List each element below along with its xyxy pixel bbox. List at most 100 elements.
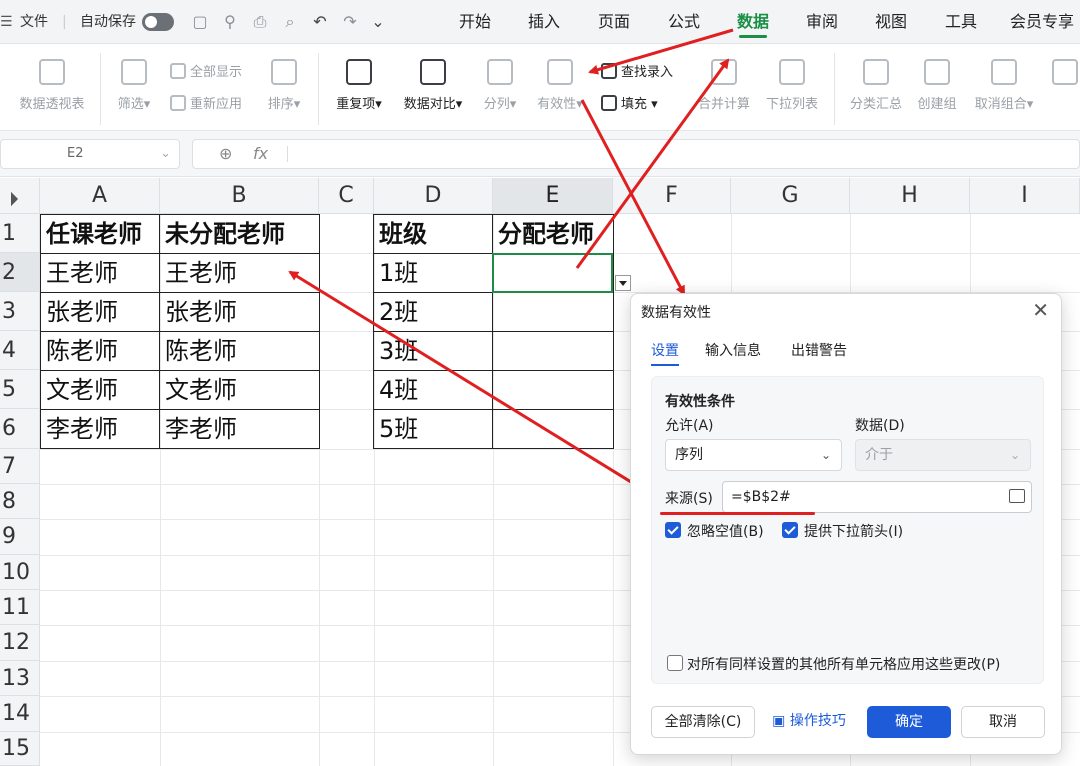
- row-header-12[interactable]: 12: [0, 625, 40, 661]
- cell-d2[interactable]: 1班: [374, 254, 418, 292]
- col-header-e[interactable]: E: [493, 178, 613, 214]
- col-header-g[interactable]: G: [731, 178, 850, 214]
- range-picker-icon[interactable]: [1009, 489, 1025, 503]
- more-tools-button[interactable]: [1050, 59, 1080, 93]
- allow-select[interactable]: 序列 ⌄: [665, 439, 842, 471]
- undo-icon[interactable]: ↶: [310, 12, 330, 32]
- sort-button[interactable]: 排序▾: [262, 59, 306, 112]
- fill-button[interactable]: 填充 ▾: [601, 93, 658, 112]
- filter-button[interactable]: 筛选▾: [112, 59, 156, 112]
- consolidate-button[interactable]: 合并计算: [694, 59, 754, 112]
- row-header-5[interactable]: 5: [0, 370, 40, 409]
- ok-button[interactable]: 确定: [867, 706, 951, 738]
- row-header-8[interactable]: 8: [0, 484, 40, 519]
- reapply-button[interactable]: 重新应用: [170, 93, 242, 112]
- data-compare-button[interactable]: 数据对比▾: [398, 59, 468, 112]
- tab-error-alert[interactable]: 出错警告: [791, 340, 847, 360]
- col-header-h[interactable]: H: [850, 178, 970, 214]
- col-header-c[interactable]: C: [319, 178, 374, 214]
- cancel-button[interactable]: 取消: [961, 706, 1045, 738]
- row-header-2[interactable]: 2: [0, 253, 40, 292]
- tab-review[interactable]: 审阅: [806, 0, 838, 44]
- show-all-button[interactable]: 全部显示: [170, 61, 242, 80]
- fx-icon[interactable]: fx: [253, 144, 268, 163]
- tab-home[interactable]: 开始: [459, 0, 491, 44]
- row-header-3[interactable]: 3: [0, 292, 40, 331]
- pivot-table-button[interactable]: 数据透视表: [16, 59, 88, 112]
- menu-icon[interactable]: ☰: [0, 0, 13, 44]
- dropdown-list-button[interactable]: 下拉列表: [762, 59, 822, 112]
- tab-page[interactable]: 页面: [598, 0, 630, 44]
- row-header-10[interactable]: 10: [0, 555, 40, 590]
- row-header-9[interactable]: 9: [0, 519, 40, 555]
- col-header-f[interactable]: F: [613, 178, 731, 214]
- cell-b1[interactable]: 未分配老师: [160, 215, 285, 253]
- tab-formula[interactable]: 公式: [668, 0, 700, 44]
- select-all-corner[interactable]: [0, 178, 40, 214]
- cell-d3[interactable]: 2班: [374, 293, 418, 331]
- clear-all-button[interactable]: 全部清除(C): [651, 706, 755, 738]
- cell-b4[interactable]: 陈老师: [160, 332, 237, 370]
- save-icon[interactable]: ▢: [190, 12, 210, 32]
- cell-a3[interactable]: 张老师: [41, 293, 118, 331]
- tab-settings[interactable]: 设置: [651, 340, 679, 366]
- cell-b3[interactable]: 张老师: [160, 293, 237, 331]
- lookup-entry-button[interactable]: 查找录入: [601, 61, 673, 80]
- cell-e1[interactable]: 分配老师: [493, 215, 594, 253]
- print-icon[interactable]: ⎙: [250, 12, 270, 32]
- col-header-i[interactable]: I: [970, 178, 1080, 214]
- cell-d6[interactable]: 5班: [374, 410, 418, 448]
- dropdown-arrow-checkbox[interactable]: [782, 522, 798, 538]
- tab-member[interactable]: 会员专享: [1010, 0, 1074, 44]
- col-header-b[interactable]: B: [160, 178, 319, 214]
- zoom-icon[interactable]: ⊕: [219, 144, 232, 163]
- autosave-toggle[interactable]: [142, 13, 174, 31]
- share-icon[interactable]: ⚲: [220, 12, 240, 32]
- cell-a6[interactable]: 李老师: [41, 410, 118, 448]
- tab-tools[interactable]: 工具: [945, 0, 977, 44]
- tab-input-message[interactable]: 输入信息: [705, 340, 761, 360]
- close-icon[interactable]: ✕: [1032, 298, 1049, 322]
- chevron-down-icon[interactable]: ⌄: [160, 140, 171, 168]
- row-header-7[interactable]: 7: [0, 449, 40, 484]
- cell-a4[interactable]: 陈老师: [41, 332, 118, 370]
- cell-d4[interactable]: 3班: [374, 332, 418, 370]
- cell-a5[interactable]: 文老师: [41, 371, 118, 409]
- row-header-15[interactable]: 15: [0, 732, 40, 766]
- row-header-1[interactable]: 1: [0, 214, 40, 253]
- ungroup-button[interactable]: 取消组合▾: [970, 59, 1038, 112]
- file-menu[interactable]: 文件: [20, 0, 48, 44]
- formula-input[interactable]: ⊕ fx: [192, 139, 1080, 169]
- cell-a2[interactable]: 王老师: [41, 254, 118, 292]
- validity-button[interactable]: 有效性▾: [532, 59, 588, 112]
- row-header-4[interactable]: 4: [0, 331, 40, 370]
- cell-a1[interactable]: 任课老师: [41, 215, 142, 253]
- ignore-blank-checkbox[interactable]: [665, 522, 681, 538]
- cell-b2[interactable]: 王老师: [160, 254, 237, 292]
- subtotal-button[interactable]: 分类汇总: [846, 59, 906, 112]
- col-header-d[interactable]: D: [374, 178, 493, 214]
- source-input[interactable]: =$B$2#: [722, 481, 1032, 513]
- cell-d5[interactable]: 4班: [374, 371, 418, 409]
- cell-b5[interactable]: 文老师: [160, 371, 237, 409]
- row-header-14[interactable]: 14: [0, 696, 40, 732]
- name-box[interactable]: E2 ⌄: [0, 139, 180, 169]
- row-header-11[interactable]: 11: [0, 590, 40, 625]
- apply-all-checkbox[interactable]: [667, 655, 683, 671]
- col-header-a[interactable]: A: [40, 178, 160, 214]
- chevron-down-icon[interactable]: ⌄: [368, 12, 388, 32]
- cell-dropdown-button[interactable]: [615, 275, 631, 291]
- split-column-button[interactable]: 分列▾: [478, 59, 522, 112]
- selected-cell-e2[interactable]: [492, 253, 613, 293]
- cell-d1[interactable]: 班级: [374, 215, 427, 253]
- tab-insert[interactable]: 插入: [528, 0, 560, 44]
- tab-view[interactable]: 视图: [875, 0, 907, 44]
- cell-b6[interactable]: 李老师: [160, 410, 237, 448]
- duplicates-button[interactable]: 重复项▾: [330, 59, 388, 112]
- row-header-6[interactable]: 6: [0, 409, 40, 449]
- create-group-button[interactable]: 创建组: [914, 59, 960, 112]
- print-preview-icon[interactable]: ⌕: [280, 12, 300, 32]
- tips-link[interactable]: ▣ 操作技巧: [767, 706, 851, 738]
- redo-icon[interactable]: ↷: [340, 12, 360, 32]
- row-header-13[interactable]: 13: [0, 661, 40, 696]
